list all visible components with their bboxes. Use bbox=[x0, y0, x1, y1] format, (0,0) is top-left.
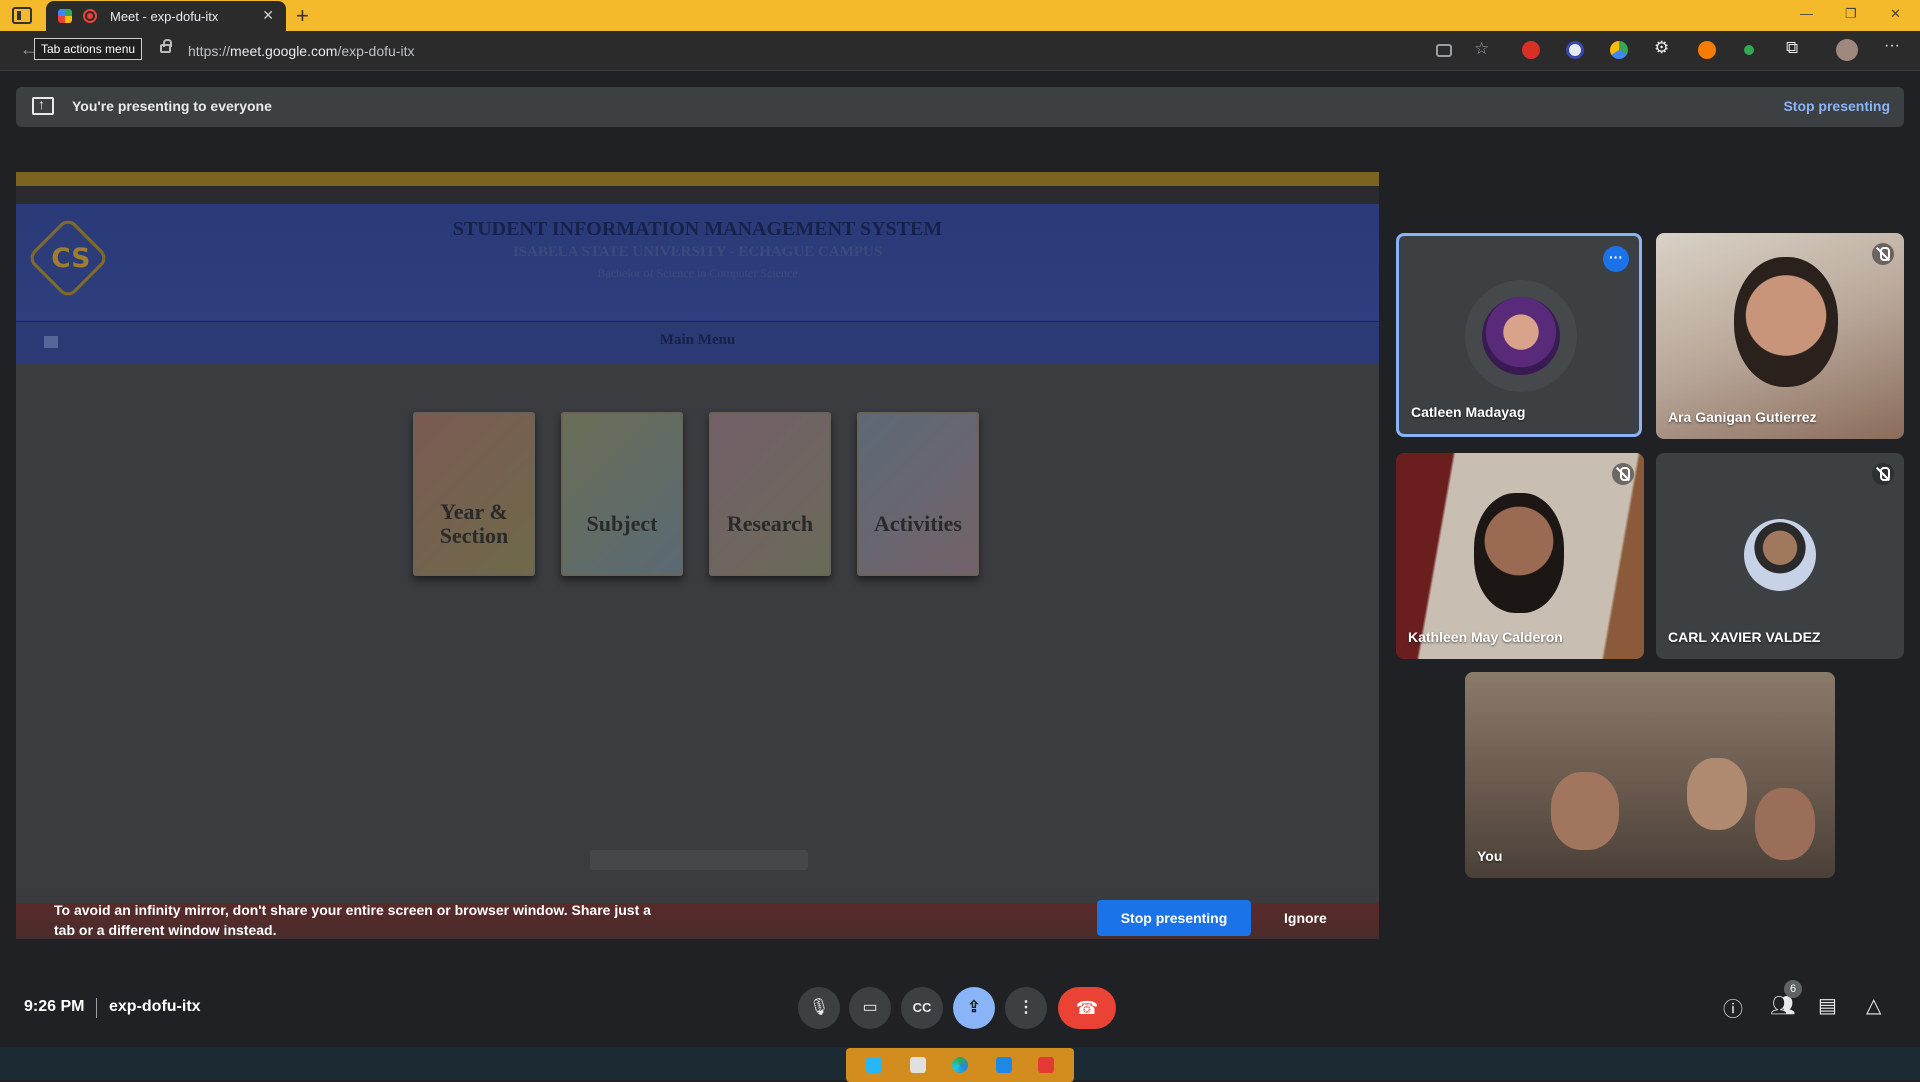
divider bbox=[96, 998, 97, 1018]
address-bar: ← Tab actions menu https://meet.google.c… bbox=[0, 31, 1920, 71]
participant-video bbox=[1755, 788, 1815, 860]
participant-name: Ara Ganigan Gutierrez bbox=[1668, 409, 1817, 425]
extension-icon[interactable] bbox=[1744, 45, 1754, 55]
present-now-button[interactable]: ⇪ bbox=[953, 987, 995, 1029]
avatar bbox=[1744, 519, 1816, 591]
warning-stop-presenting-button[interactable]: Stop presenting bbox=[1097, 900, 1251, 936]
participant-name: CARL XAVIER VALDEZ bbox=[1668, 629, 1821, 645]
shared-app-title: STUDENT INFORMATION MANAGEMENT SYSTEM bbox=[452, 218, 943, 240]
presenting-message: You're presenting to everyone bbox=[72, 98, 272, 114]
window-close-icon[interactable]: ✕ bbox=[1890, 6, 1901, 22]
new-tab-icon[interactable]: + bbox=[296, 3, 309, 29]
settings-gear-icon[interactable]: ⚙ bbox=[1654, 38, 1672, 57]
card-subject: Subject bbox=[561, 412, 683, 576]
self-view-tile[interactable]: You bbox=[1465, 672, 1835, 878]
muted-mic-icon bbox=[1872, 243, 1894, 265]
vscode-icon[interactable] bbox=[996, 1057, 1012, 1073]
xampp-icon[interactable] bbox=[1038, 1057, 1054, 1073]
shared-app-header: CS STUDENT INFORMATION MANAGEMENT SYSTEM… bbox=[16, 204, 1379, 321]
extension-icon[interactable] bbox=[1522, 41, 1540, 59]
camera-button[interactable]: ▭ bbox=[849, 987, 891, 1029]
meeting-time: 9:26 PM bbox=[24, 998, 85, 1015]
participant-tile[interactable]: CARL XAVIER VALDEZ bbox=[1656, 453, 1904, 659]
present-screen-icon bbox=[32, 96, 54, 115]
taskbar-app-group bbox=[846, 1048, 1074, 1082]
chat-icon[interactable]: ▤ bbox=[1818, 993, 1837, 1018]
lock-icon[interactable] bbox=[160, 39, 172, 53]
profile-avatar[interactable] bbox=[1836, 39, 1858, 61]
stop-presenting-link[interactable]: Stop presenting bbox=[1783, 98, 1890, 114]
participant-tile[interactable]: Kathleen May Calderon bbox=[1396, 453, 1644, 659]
more-options-icon[interactable]: ··· bbox=[1603, 246, 1629, 272]
os-taskbar bbox=[0, 1047, 1920, 1082]
microphone-button[interactable]: 🎙︎ bbox=[798, 987, 840, 1029]
nested-share-bar bbox=[590, 850, 808, 870]
leave-call-button[interactable]: ☎ bbox=[1058, 987, 1116, 1029]
recording-icon bbox=[83, 9, 97, 23]
participant-video bbox=[1687, 758, 1747, 830]
shared-screen-preview: CS STUDENT INFORMATION MANAGEMENT SYSTEM… bbox=[16, 172, 1379, 939]
card-research: Research bbox=[709, 412, 831, 576]
participant-name: Kathleen May Calderon bbox=[1408, 629, 1563, 645]
participant-name: You bbox=[1477, 848, 1503, 864]
meeting-details-icon[interactable]: ⓘ bbox=[1723, 993, 1743, 1022]
muted-mic-icon bbox=[1612, 463, 1634, 485]
card-year-section: Year & Section bbox=[413, 412, 535, 576]
extensions-puzzle-icon[interactable]: ⧉ bbox=[1786, 38, 1804, 57]
shared-browser-addressbar bbox=[16, 186, 1379, 204]
file-explorer-icon[interactable] bbox=[910, 1057, 926, 1073]
meet-favicon-icon bbox=[58, 9, 72, 23]
participant-name: Catleen Madayag bbox=[1411, 404, 1526, 420]
meeting-code: exp-dofu-itx bbox=[109, 998, 201, 1015]
restore-icon[interactable]: ❐ bbox=[1845, 6, 1857, 22]
tab-title: Meet - exp-dofu-itx bbox=[110, 9, 219, 24]
shared-app-body: Year & Section Subject Research Activiti… bbox=[16, 364, 1379, 889]
extension-icon[interactable] bbox=[1698, 41, 1716, 59]
url-field[interactable]: https://meet.google.com/exp-dofu-itx bbox=[188, 43, 414, 59]
close-tab-icon[interactable]: ✕ bbox=[262, 7, 274, 24]
warning-ignore-button[interactable]: Ignore bbox=[1284, 910, 1327, 926]
participant-video bbox=[1734, 257, 1838, 387]
participant-video bbox=[1474, 493, 1564, 613]
camera-icon[interactable] bbox=[1436, 44, 1452, 57]
card-activities: Activities bbox=[857, 412, 979, 576]
browser-tab-meet[interactable]: Meet - exp-dofu-itx ✕ bbox=[46, 1, 286, 31]
tab-actions-icon[interactable] bbox=[12, 7, 32, 24]
main-menu-title: Main Menu bbox=[659, 332, 736, 348]
activities-icon[interactable]: △ bbox=[1866, 993, 1881, 1018]
browser-menu-icon[interactable]: ··· bbox=[1884, 37, 1902, 55]
favorites-star-icon[interactable]: ☆ bbox=[1474, 39, 1492, 58]
participant-count-badge: 6 bbox=[1784, 980, 1802, 998]
browser-tab-bar: Meet - exp-dofu-itx ✕ + — ❐ ✕ bbox=[0, 0, 1920, 31]
presenting-banner: You're presenting to everyone Stop prese… bbox=[16, 87, 1904, 127]
shared-app-program: Bachelor of Science in Computer Science bbox=[597, 266, 798, 280]
avatar bbox=[1482, 297, 1560, 375]
extension-icon[interactable] bbox=[1566, 41, 1584, 59]
tooltip: Tab actions menu bbox=[34, 38, 143, 60]
shared-browser-tabbar bbox=[16, 172, 1379, 186]
shared-app-nav: Main Menu bbox=[16, 321, 1379, 364]
muted-mic-icon bbox=[1872, 463, 1894, 485]
more-options-button[interactable]: ⋮ bbox=[1005, 987, 1047, 1029]
edge-browser-icon[interactable] bbox=[952, 1057, 968, 1073]
shared-app-subtitle: ISABELA STATE UNIVERSITY - ECHAGUE CAMPU… bbox=[512, 244, 883, 260]
participant-tile[interactable]: ··· Catleen Madayag bbox=[1396, 233, 1642, 437]
extension-icon[interactable] bbox=[1610, 41, 1628, 59]
windows-start-icon[interactable] bbox=[866, 1057, 882, 1073]
participant-tile[interactable]: Ara Ganigan Gutierrez bbox=[1656, 233, 1904, 439]
minimize-icon[interactable]: — bbox=[1800, 6, 1813, 21]
captions-button[interactable]: CC bbox=[901, 987, 943, 1029]
participant-video bbox=[1551, 772, 1619, 850]
infinity-mirror-warning: To avoid an infinity mirror, don't share… bbox=[54, 902, 651, 938]
